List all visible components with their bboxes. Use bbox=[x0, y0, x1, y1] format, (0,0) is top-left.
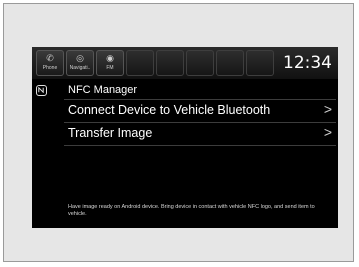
phone-button[interactable]: ✆ Phone bbox=[36, 50, 64, 76]
empty-shortcut-slot[interactable] bbox=[216, 50, 244, 76]
chevron-right-icon: > bbox=[323, 101, 332, 117]
navigation-button[interactable]: ◎ Navigati.. bbox=[66, 50, 94, 76]
menu-item-label: Transfer Image bbox=[68, 126, 153, 140]
clock: 12:34 bbox=[283, 53, 332, 73]
page-frame: ✆ Phone ◎ Navigati.. ◉ FM 12:34 NFC Mana… bbox=[3, 3, 354, 262]
radio-icon: ◉ bbox=[106, 53, 114, 63]
navigation-label: Navigati.. bbox=[69, 65, 91, 71]
chevron-right-icon: > bbox=[323, 124, 332, 140]
list-divider bbox=[64, 145, 336, 146]
menu-item-label: Connect Device to Vehicle Bluetooth bbox=[68, 103, 271, 117]
phone-icon: ✆ bbox=[46, 53, 54, 63]
page-title: NFC Manager bbox=[68, 84, 138, 96]
help-text: Have image ready on Android device. Brin… bbox=[68, 204, 315, 217]
menu-item-connect-bluetooth[interactable]: Connect Device to Vehicle Bluetooth > bbox=[64, 99, 336, 119]
empty-shortcut-slot[interactable] bbox=[126, 50, 154, 76]
nfc-icon bbox=[36, 85, 47, 96]
empty-shortcut-slot[interactable] bbox=[156, 50, 184, 76]
empty-shortcut-slot[interactable] bbox=[246, 50, 274, 76]
fm-label: FM bbox=[106, 65, 114, 71]
empty-shortcut-slot[interactable] bbox=[186, 50, 214, 76]
status-bar: ✆ Phone ◎ Navigati.. ◉ FM 12:34 bbox=[32, 47, 338, 79]
fm-radio-button[interactable]: ◉ FM bbox=[96, 50, 124, 76]
navigation-icon: ◎ bbox=[76, 53, 84, 63]
menu-item-transfer-image[interactable]: Transfer Image > bbox=[64, 122, 336, 142]
infotainment-screen: ✆ Phone ◎ Navigati.. ◉ FM 12:34 NFC Mana… bbox=[32, 47, 338, 228]
phone-label: Phone bbox=[42, 65, 58, 71]
